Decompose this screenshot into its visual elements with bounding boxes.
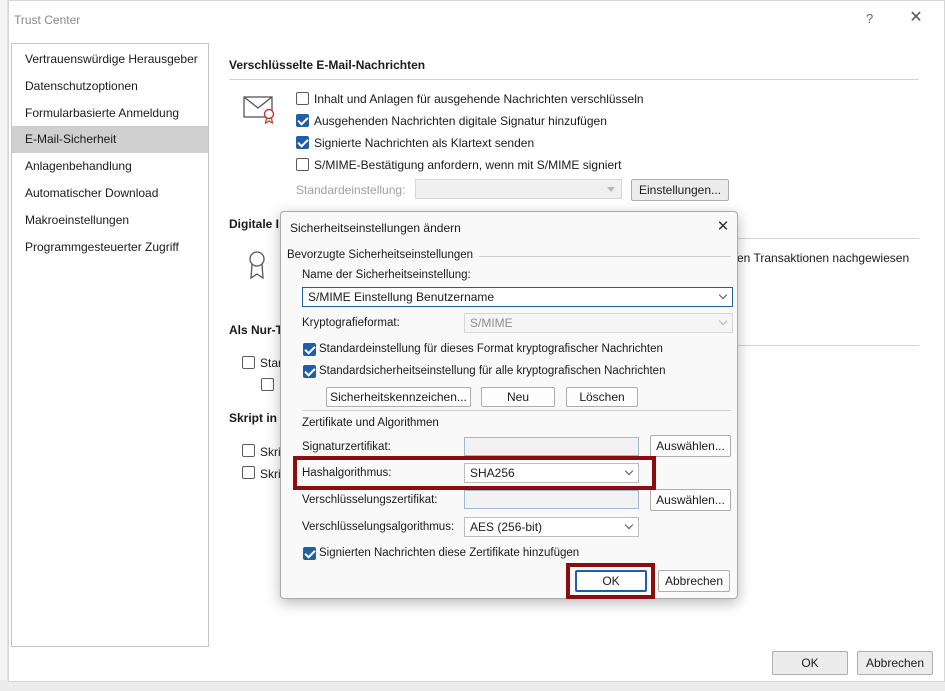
signing-cert-field[interactable] <box>464 437 639 456</box>
preferred-settings-group-title: Bevorzugte Sicherheitseinstellungen <box>287 249 474 261</box>
default-for-format-checkbox[interactable] <box>303 343 316 356</box>
sidebar-item-automatic-download[interactable]: Automatischer Download <box>12 180 208 207</box>
settings-button[interactable]: Einstellungen... <box>631 179 729 201</box>
send-clear-text-label: Signierte Nachrichten als Klartext sende… <box>314 136 535 150</box>
sidebar-item-attachment-handling[interactable]: Anlagenbehandlung <box>12 153 208 180</box>
trust-center-ok-button[interactable]: OK <box>772 651 848 675</box>
chevron-down-icon <box>607 187 615 192</box>
envelope-certificate-icon <box>243 94 277 127</box>
send-certificates-label: Signierten Nachrichten diese Zertifikate… <box>319 547 580 559</box>
group-divider <box>479 256 731 257</box>
new-button[interactable]: Neu <box>481 387 555 407</box>
setting-name-label: Name der Sicherheitseinstellung: <box>302 269 471 281</box>
sidebar-item-form-based-signin[interactable]: Formularbasierte Anmeldung <box>12 100 208 127</box>
encryption-algorithm-label: Verschlüsselungsalgorithmus: <box>302 521 455 533</box>
dialog-title: Sicherheitseinstellungen ändern <box>290 221 461 235</box>
certs-algorithms-group-title: Zertifikate und Algorithmen <box>302 417 439 429</box>
choose-signing-cert-button[interactable]: Auswählen... <box>650 435 731 457</box>
chevron-down-icon <box>718 290 728 300</box>
sidebar-item-privacy-options[interactable]: Datenschutzoptionen <box>12 73 208 100</box>
default-setting-label: Standardeinstellung: <box>296 183 406 197</box>
add-digital-signature-checkbox[interactable] <box>296 114 309 127</box>
dialog-cancel-button[interactable]: Abbrechen <box>658 570 730 592</box>
send-certificates-checkbox[interactable] <box>303 547 316 560</box>
background-window-edge <box>0 0 8 691</box>
sidebar-item-macro-settings[interactable]: Makroeinstellungen <box>12 207 208 234</box>
send-clear-text-checkbox[interactable] <box>296 136 309 149</box>
security-labels-button[interactable]: Sicherheitskennzeichen... <box>326 387 471 407</box>
add-digital-signature-label: Ausgehenden Nachrichten digitale Signatu… <box>314 114 607 128</box>
delete-button[interactable]: Löschen <box>566 387 638 407</box>
chevron-down-icon <box>718 316 728 326</box>
highlight-ok-button <box>566 563 655 599</box>
default-for-format-label: Standardeinstellung für dieses Format kr… <box>319 343 663 355</box>
section-divider <box>735 345 919 346</box>
crypto-format-label: Kryptografieformat: <box>302 317 400 329</box>
encryption-algorithm-dropdown[interactable]: AES (256-bit) <box>464 517 639 537</box>
request-smime-receipt-checkbox[interactable] <box>296 158 309 171</box>
choose-encryption-cert-button[interactable]: Auswählen... <box>650 489 731 511</box>
section-title-encrypted-email: Verschlüsselte E-Mail-Nachrichten <box>229 58 426 72</box>
encrypt-contents-checkbox[interactable] <box>296 92 309 105</box>
section-title-read-as-plain-text: Als Nur-T <box>229 323 283 337</box>
crypto-format-dropdown[interactable]: S/MIME <box>464 313 733 333</box>
encryption-cert-field[interactable] <box>464 490 639 509</box>
default-for-all-label: Standardsicherheitseinstellung für alle … <box>319 365 666 377</box>
encrypt-contents-label: Inhalt und Anlagen für ausgehende Nachri… <box>314 92 644 106</box>
signing-cert-label: Signaturzertifikat: <box>302 441 391 453</box>
encryption-algorithm-value: AES (256-bit) <box>470 520 543 534</box>
sidebar-item-programmatic-access[interactable]: Programmgesteuerter Zugriff <box>12 234 208 261</box>
script-shared-folders-checkbox[interactable] <box>242 444 255 457</box>
section-title-script-in-folders: Skript in <box>229 411 278 425</box>
sidebar-nav: Vertrauenswürdige Herausgeber Datenschut… <box>11 43 209 647</box>
default-setting-dropdown[interactable] <box>415 179 622 199</box>
read-plain-text-checkbox[interactable] <box>242 356 255 369</box>
chevron-down-icon <box>624 520 634 530</box>
dialog-close-button[interactable]: ✕ <box>714 218 732 236</box>
default-for-all-checkbox[interactable] <box>303 365 316 378</box>
setting-name-combobox[interactable]: S/MIME Einstellung Benutzername <box>302 287 733 307</box>
script-public-folders-label: Skri <box>260 467 281 481</box>
window-close-button[interactable]: ✕ <box>906 8 926 28</box>
trust-center-cancel-button[interactable]: Abbrechen <box>857 651 933 675</box>
section-title-digital-ids: Digitale I <box>229 217 280 231</box>
request-smime-receipt-label: S/MIME-Bestätigung anfordern, wenn mit S… <box>314 158 622 172</box>
sidebar-item-trusted-publishers[interactable]: Vertrauenswürdige Herausgeber <box>12 46 208 73</box>
group-divider <box>302 410 731 411</box>
read-signed-plain-text-checkbox[interactable] <box>261 378 274 391</box>
crypto-format-value: S/MIME <box>470 316 513 330</box>
section-divider <box>735 238 919 239</box>
script-public-folders-checkbox[interactable] <box>242 466 255 479</box>
window-title: Trust Center <box>14 13 81 27</box>
highlight-hash-algorithm <box>293 456 656 490</box>
read-plain-text-label: Star <box>260 356 283 370</box>
encryption-cert-label: Verschlüsselungszertifikat: <box>302 494 438 506</box>
help-button[interactable]: ? <box>866 11 873 26</box>
certificate-ribbon-icon <box>247 250 267 283</box>
change-security-settings-dialog: Sicherheitseinstellungen ändern ✕ Bevorz… <box>280 211 738 599</box>
section-divider <box>229 79 919 80</box>
script-shared-folders-label: Skri <box>260 445 281 459</box>
sidebar-item-email-security[interactable]: E-Mail-Sicherheit <box>12 126 208 153</box>
setting-name-value: S/MIME Einstellung Benutzername <box>308 290 495 304</box>
digital-ids-description: en Transaktionen nachgewiesen <box>737 251 910 265</box>
